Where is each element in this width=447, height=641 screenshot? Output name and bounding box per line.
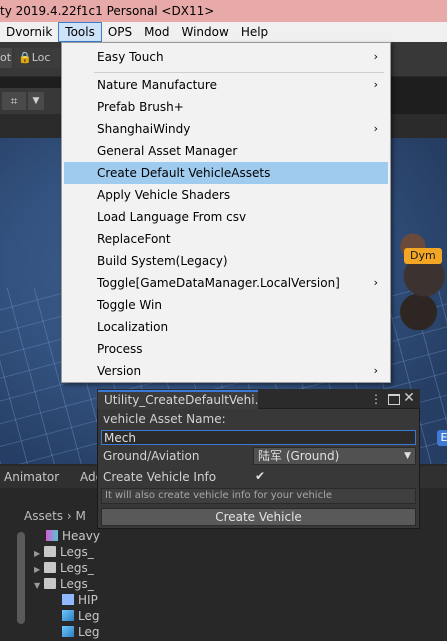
folder-icon <box>44 546 56 557</box>
menu-item-process[interactable]: Process <box>64 338 388 360</box>
tab-lock[interactable]: 🔒Loc <box>14 48 62 68</box>
menu-item-label: General Asset Manager <box>97 144 238 158</box>
menu-separator <box>94 72 384 73</box>
menu-window[interactable]: Window <box>175 22 234 42</box>
tree-item-leg-1[interactable]: Leg <box>62 608 99 624</box>
menu-item-label: Apply Vehicle Shaders <box>97 188 231 202</box>
utility-window-tab[interactable]: Utility_CreateDefaultVehi... <box>98 390 258 409</box>
object-label-dym[interactable]: Dym <box>404 248 442 264</box>
tree-item-heavy[interactable]: Heavy <box>46 528 100 544</box>
menu-item-version[interactable]: Version › <box>64 360 388 382</box>
submenu-arrow-icon: › <box>373 276 378 289</box>
menu-item-replacefont[interactable]: ReplaceFont <box>64 228 388 250</box>
model-icon <box>62 610 74 621</box>
menu-item-label: Toggle Win <box>97 298 162 312</box>
tree-item-legs-1[interactable]: ▶ Legs_ <box>34 544 94 560</box>
tab-animator[interactable]: Animator <box>0 466 59 488</box>
heavy-icon <box>46 530 58 541</box>
collapse-arrow-icon[interactable]: ▼ <box>34 578 44 594</box>
object-label-e[interactable]: E <box>437 430 447 446</box>
menu-item-easy-touch[interactable]: Easy Touch › <box>64 46 388 68</box>
lock-icon: 🔒 <box>18 51 32 64</box>
ground-aviation-label: Ground/Aviation <box>103 449 200 463</box>
tree-item-label: Legs_ <box>60 561 94 575</box>
menu-item-label: Localization <box>97 320 169 334</box>
tree-item-label: Legs_ <box>60 577 94 591</box>
window-title-bar: ty 2019.4.22f1c1 Personal <DX11> <box>0 0 447 22</box>
create-vehicle-button[interactable]: Create Vehicle <box>101 508 416 526</box>
menu-tools[interactable]: Tools <box>58 22 102 42</box>
menu-bar: Dvornik Tools OPS Mod Window Help <box>0 22 447 42</box>
tree-item-label: HIP <box>78 593 98 607</box>
mech-model[interactable] <box>390 210 447 330</box>
maximize-icon[interactable] <box>388 394 400 405</box>
tab-lock-label: Loc <box>31 51 51 64</box>
menu-item-build-system[interactable]: Build System(Legacy) <box>64 250 388 272</box>
tools-dropdown-menu: Easy Touch › Nature Manufacture › Prefab… <box>61 42 391 383</box>
tree-scrollbar[interactable] <box>17 532 25 624</box>
prefab-icon <box>62 594 74 605</box>
tab-scene[interactable]: ot <box>0 48 12 68</box>
menu-item-label: Build System(Legacy) <box>97 254 228 268</box>
menu-dvornik[interactable]: Dvornik <box>0 22 58 42</box>
ground-aviation-select[interactable]: 陆军 (Ground) ▼ <box>253 447 416 465</box>
menu-item-label: Load Language From csv <box>97 210 247 224</box>
menu-item-load-language[interactable]: Load Language From csv <box>64 206 388 228</box>
menu-item-label: Toggle[GameDataManager.LocalVersion] <box>97 276 340 290</box>
asset-name-field[interactable] <box>101 430 416 445</box>
breadcrumb[interactable]: Assets › M <box>24 506 104 526</box>
asset-name-label: vehicle Asset Name: <box>103 412 226 426</box>
chevron-down-icon[interactable]: ▼ <box>28 92 44 110</box>
kebab-menu-icon[interactable]: ⋮ <box>370 389 382 409</box>
tab-animator-label: Animator <box>4 470 60 484</box>
menu-item-general-asset-manager[interactable]: General Asset Manager <box>64 140 388 162</box>
menu-ops[interactable]: OPS <box>102 22 138 42</box>
menu-item-create-default-vehicleassets[interactable]: Create Default VehicleAssets <box>64 162 388 184</box>
folder-icon <box>44 562 56 573</box>
tree-item-hip[interactable]: HIP <box>62 592 98 608</box>
folder-icon <box>44 578 56 589</box>
grid-icon[interactable]: ⌗ <box>2 92 26 110</box>
submenu-arrow-icon: › <box>373 50 378 63</box>
menu-item-label: ShanghaiWindy <box>97 122 191 136</box>
tree-item-label: Leg <box>78 609 100 623</box>
tree-item-label: Legs_ <box>60 545 94 559</box>
menu-item-label: Process <box>97 342 143 356</box>
menu-item-toggle-localversion[interactable]: Toggle[GameDataManager.LocalVersion] › <box>64 272 388 294</box>
menu-item-label: Prefab Brush+ <box>97 100 184 114</box>
menu-mod[interactable]: Mod <box>138 22 175 42</box>
menu-item-localization[interactable]: Localization <box>64 316 388 338</box>
menu-item-label: Create Default VehicleAssets <box>97 166 271 180</box>
tree-item-label: Leg <box>78 625 100 639</box>
submenu-arrow-icon: › <box>373 122 378 135</box>
tree-item-legs-2[interactable]: ▶ Legs_ <box>34 560 94 576</box>
submenu-arrow-icon: › <box>373 364 378 377</box>
create-vehicle-info-label: Create Vehicle Info <box>103 470 217 484</box>
menu-item-label: ReplaceFont <box>97 232 171 246</box>
window-title: ty 2019.4.22f1c1 Personal <DX11> <box>0 4 215 18</box>
menu-item-label: Easy Touch <box>97 50 164 64</box>
menu-item-apply-vehicle-shaders[interactable]: Apply Vehicle Shaders <box>64 184 388 206</box>
menu-item-label: Version <box>97 364 142 378</box>
menu-item-shanghaiwindy[interactable]: ShanghaiWindy › <box>64 118 388 140</box>
menu-item-label: Nature Manufacture <box>97 78 217 92</box>
create-vehicle-info-checkbox[interactable]: ✔ <box>253 469 267 483</box>
menu-item-toggle-win[interactable]: Toggle Win <box>64 294 388 316</box>
tree-item-label: Heavy <box>62 529 100 543</box>
ground-aviation-value: 陆军 (Ground) <box>258 449 340 463</box>
tree-item-leg-2[interactable]: Leg <box>62 624 99 640</box>
help-box: It will also create vehicle info for you… <box>101 488 416 504</box>
menu-item-nature-manufacture[interactable]: Nature Manufacture › <box>64 74 388 96</box>
close-icon[interactable]: ✕ <box>402 389 416 409</box>
tree-item-legs-3[interactable]: ▼ Legs_ <box>34 576 94 592</box>
menu-help[interactable]: Help <box>235 22 274 42</box>
chevron-down-icon: ▼ <box>404 451 411 461</box>
submenu-arrow-icon: › <box>373 78 378 91</box>
menu-item-prefab-brush[interactable]: Prefab Brush+ <box>64 96 388 118</box>
model-icon <box>62 626 74 637</box>
